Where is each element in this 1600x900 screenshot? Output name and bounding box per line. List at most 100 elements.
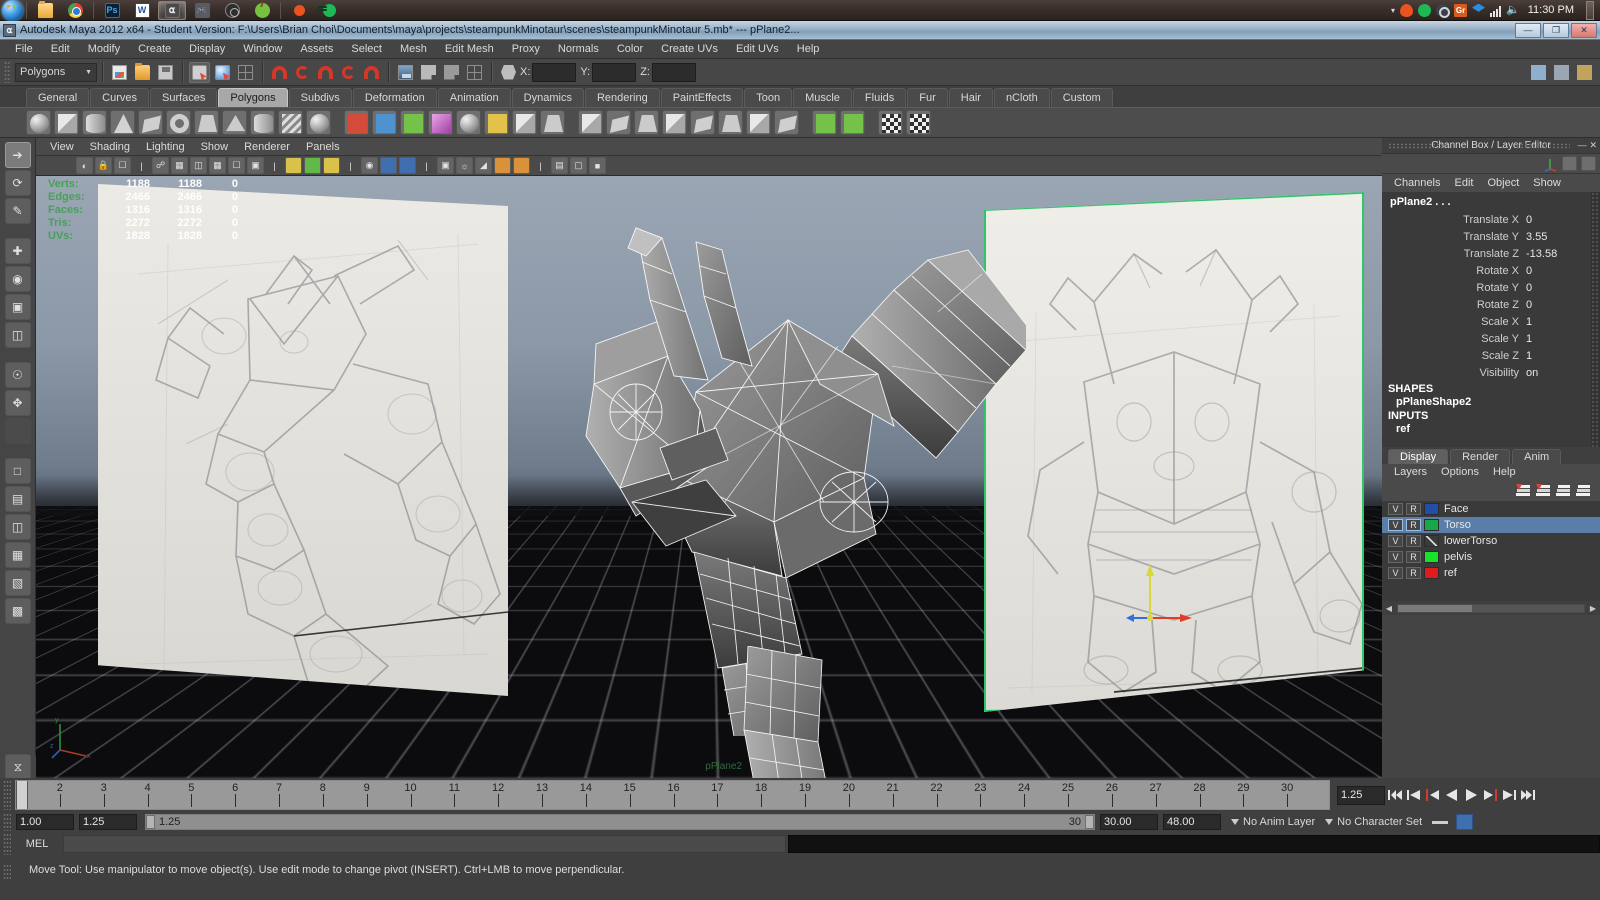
shelf-tab-subdivs[interactable]: Subdivs [288, 88, 352, 107]
taskbar-item-game[interactable]: 🎮 [188, 1, 216, 20]
render-current-frame-button[interactable] [418, 62, 439, 83]
channel-value[interactable]: 1 [1524, 349, 1600, 362]
channel-row-rotate-y[interactable]: Rotate Y 0 [1382, 279, 1600, 296]
menu-normals[interactable]: Normals [549, 40, 608, 59]
channel-box-scrollbar[interactable] [1591, 192, 1600, 447]
range-start-handle[interactable] [146, 815, 155, 829]
layer-color-swatch[interactable] [1424, 503, 1439, 515]
motion-blur-icon[interactable] [513, 157, 530, 174]
shelf-item-merge-vertices[interactable] [606, 110, 631, 135]
shelf-item-poly-helix[interactable] [278, 110, 303, 135]
layer-visibility-toggle[interactable]: V [1388, 503, 1403, 515]
soft-modification-tool-button[interactable]: ☉ [4, 362, 31, 388]
taskbar-item-word[interactable]: W [128, 1, 156, 20]
snap-to-grid-button[interactable] [269, 62, 290, 83]
screen-space-ao-icon[interactable] [494, 157, 511, 174]
film-gate-icon[interactable]: ☐ [228, 157, 245, 174]
range-slider-grip[interactable] [3, 813, 11, 831]
selection-mode-dropdown[interactable]: Polygons ▼ [15, 62, 97, 82]
universal-manipulator-button[interactable]: ◫ [4, 322, 31, 348]
panel-grip-left[interactable] [1388, 143, 1442, 149]
channel-value[interactable]: 1 [1524, 315, 1600, 328]
layer-visibility-toggle[interactable]: V [1388, 535, 1403, 547]
lasso-select-tool-button[interactable]: ⟳ [4, 170, 31, 196]
shelf-tab-muscle[interactable]: Muscle [793, 88, 852, 107]
command-language-label[interactable]: MEL [11, 838, 63, 850]
shelf-item-poly-plane[interactable] [138, 110, 163, 135]
scroll-track[interactable] [1397, 603, 1585, 613]
channel-row-translate-z[interactable]: Translate Z -13.58 [1382, 245, 1600, 262]
channel-value[interactable]: 0 [1524, 281, 1600, 294]
shelf-item-poly-prism[interactable] [194, 110, 219, 135]
select-tool-button[interactable]: ➔ [4, 142, 31, 168]
viewport-menu-lighting[interactable]: Lighting [138, 138, 193, 156]
shelf-item-paint-selection[interactable] [840, 110, 865, 135]
render-settings-button[interactable] [464, 62, 485, 83]
shelf-item-poly-pyramid[interactable] [222, 110, 247, 135]
layer-reference-toggle[interactable]: R [1406, 503, 1421, 515]
open-scene-button[interactable] [132, 62, 153, 83]
menu-window[interactable]: Window [234, 40, 291, 59]
shelf-item-cut-faces[interactable] [746, 110, 771, 135]
multisample-icon[interactable]: ▤ [551, 157, 568, 174]
shelf-tab-general[interactable]: General [26, 88, 90, 107]
shelf-item-poly-cylinder[interactable] [82, 110, 107, 135]
anim-layer-dropdown[interactable]: No Anim Layer [1231, 816, 1315, 828]
grid-toggle-icon[interactable]: ▦ [209, 157, 226, 174]
shaded-wireframe-icon[interactable] [399, 157, 416, 174]
shelf-tab-ncloth[interactable]: nCloth [993, 88, 1050, 107]
taskbar-item-spiral[interactable] [218, 1, 246, 20]
layer-reference-toggle[interactable]: R [1406, 519, 1421, 531]
shelf-tab-hair[interactable]: Hair [948, 88, 993, 107]
go-to-end-button[interactable] [1518, 785, 1537, 805]
move-axis-icon[interactable] [1542, 156, 1558, 172]
shelf-item-poly-cone[interactable] [110, 110, 135, 135]
layer-visibility-toggle[interactable]: V [1388, 519, 1403, 531]
shelf-tab-toon[interactable]: Toon [744, 88, 793, 107]
camera-attributes-icon[interactable]: ☐ [114, 157, 131, 174]
scale-tool-button[interactable]: ▣ [4, 294, 31, 320]
scroll-left-icon[interactable]: ◀ [1384, 604, 1394, 613]
taskbar-item-photoshop[interactable]: Ps [98, 1, 126, 20]
create-layer-from-selected-icon[interactable] [1536, 483, 1552, 499]
layer-menu-help[interactable]: Help [1486, 464, 1523, 481]
go-to-start-button[interactable] [1385, 785, 1404, 805]
tab-display-layers[interactable]: Display [1388, 449, 1449, 464]
taskbar-item-spotify[interactable] [315, 1, 343, 20]
gr-icon[interactable]: Gr [1454, 3, 1468, 17]
display-layer-list[interactable]: V R Face V R Torso V R lowerTorso V R pe… [1382, 501, 1600, 601]
viewport-menu-view[interactable]: View [42, 138, 82, 156]
flat-shade-icon[interactable] [380, 157, 397, 174]
taskbar-item-apple[interactable] [248, 1, 276, 20]
channel-menu-channels[interactable]: Channels [1387, 174, 1447, 192]
channel-shape-item[interactable]: pPlaneShape2 [1382, 395, 1600, 408]
render-view-button[interactable] [395, 62, 416, 83]
gamma-icon[interactable] [304, 157, 321, 174]
layer-row-pelvis[interactable]: V R pelvis [1382, 549, 1600, 565]
shelf-tab-surfaces[interactable]: Surfaces [149, 88, 218, 107]
range-end-handle[interactable] [1085, 815, 1094, 829]
menu-create[interactable]: Create [129, 40, 180, 59]
layer-list-horizontal-scrollbar[interactable]: ◀ ▶ [1382, 601, 1600, 615]
play-backwards-button[interactable] [1442, 785, 1461, 805]
time-slider-current-marker[interactable] [16, 781, 28, 809]
move-tool-button[interactable]: ✚ [4, 238, 31, 264]
start-button-icon[interactable] [2, 0, 23, 21]
shelf-item-transfer-attributes[interactable] [906, 110, 931, 135]
step-forward-frame-button[interactable] [1499, 785, 1518, 805]
layer-reference-toggle[interactable]: R [1406, 551, 1421, 563]
playback-end-time-field[interactable]: 30.00 [1100, 814, 1158, 830]
snap-to-curve-button[interactable] [292, 62, 313, 83]
taskbar-item-chrome[interactable] [61, 1, 89, 20]
location-pin-icon[interactable] [1400, 3, 1414, 17]
create-empty-layer-icon[interactable] [1516, 483, 1532, 499]
layer-reference-toggle[interactable]: R [1406, 535, 1421, 547]
layer-color-swatch[interactable] [1424, 535, 1439, 547]
channel-box-layout-icon[interactable] [1562, 155, 1577, 171]
command-line-grip[interactable] [3, 833, 11, 855]
menu-edit-mesh[interactable]: Edit Mesh [436, 40, 503, 59]
channel-value[interactable]: -13.58 [1524, 247, 1600, 260]
auto-keyframe-toggle[interactable] [1432, 820, 1449, 824]
shelf-tab-deformation[interactable]: Deformation [352, 88, 437, 107]
channel-box-toggle-button[interactable] [1574, 62, 1595, 83]
